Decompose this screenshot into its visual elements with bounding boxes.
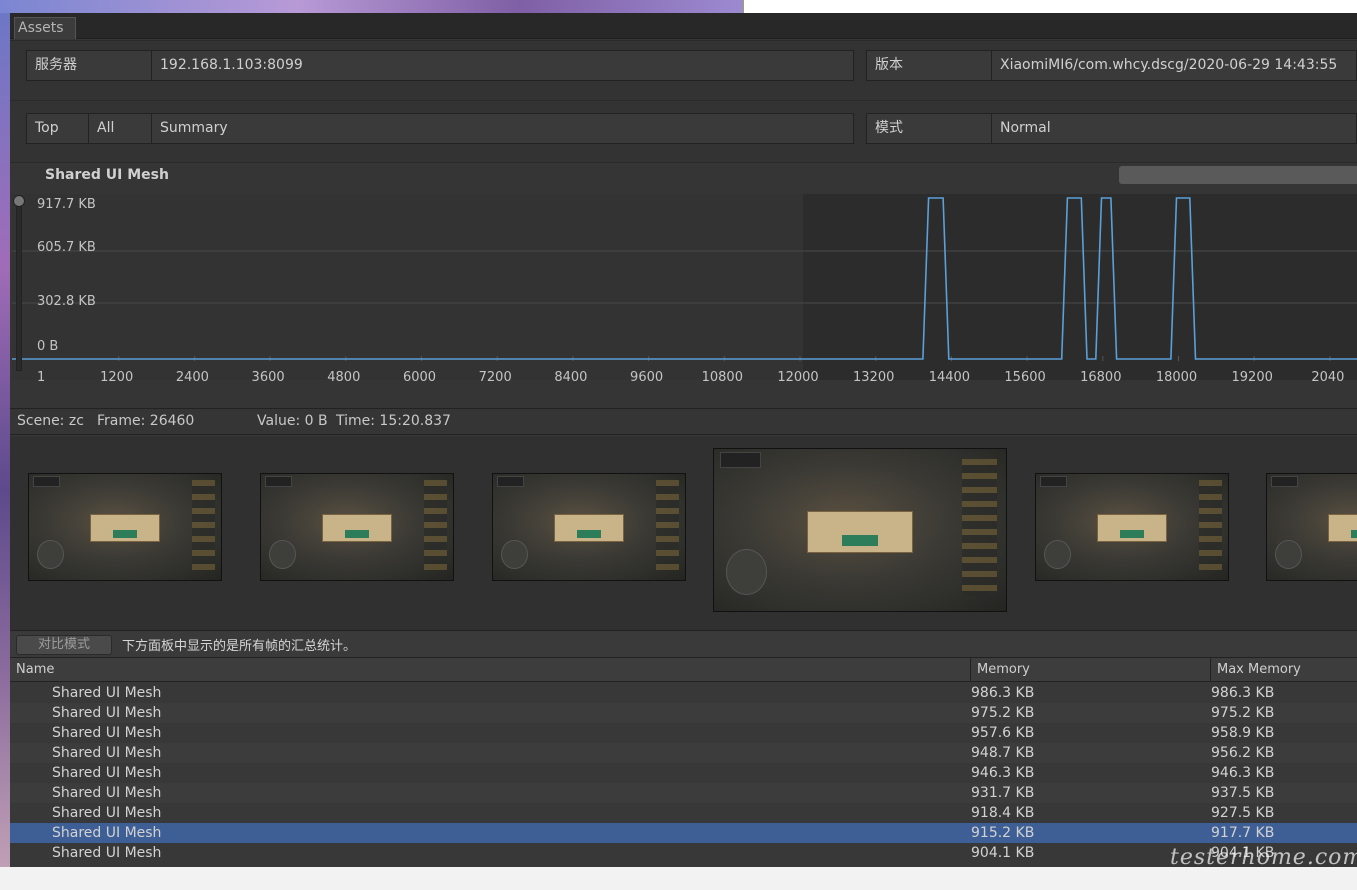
row-memory-cell: 904.1 KB <box>971 845 1035 861</box>
x-tick-label: 2400 <box>175 370 209 385</box>
x-tick-label: 18000 <box>1155 370 1198 385</box>
frame-thumbnail[interactable] <box>260 473 454 581</box>
row-name-cell: Shared UI Mesh <box>52 725 162 741</box>
row-name-cell: Shared UI Mesh <box>52 765 162 781</box>
row-name-cell: Shared UI Mesh <box>52 705 162 721</box>
x-tick-label: 19200 <box>1231 370 1273 385</box>
tab-assets[interactable]: Assets <box>14 17 76 39</box>
row-max-memory-cell: 958.9 KB <box>1211 725 1275 741</box>
x-tick-label: 12000 <box>777 370 819 385</box>
row-name-cell: Shared UI Mesh <box>52 745 162 761</box>
x-tick-label: 9600 <box>630 370 664 385</box>
x-tick-label: 8400 <box>554 370 588 385</box>
screen: Assets 服务器 192.168.1.103:8099 版本 XiaomiM… <box>0 0 1357 890</box>
row-memory-cell: 975.2 KB <box>971 705 1035 721</box>
compare-mode-button[interactable]: 对比模式 <box>16 635 112 655</box>
row-memory-cell: 946.3 KB <box>971 765 1035 781</box>
row-name-cell: Shared UI Mesh <box>52 825 162 841</box>
asset-profiler-window: Assets 服务器 192.168.1.103:8099 版本 XiaomiM… <box>10 13 1357 870</box>
summary-field[interactable]: Summary <box>151 113 854 144</box>
table-row[interactable]: Shared UI Mesh 948.7 KB 956.2 KB <box>10 743 1357 763</box>
x-tick-label: 3600 <box>251 370 285 385</box>
frame-text: Frame: 26460 <box>97 413 195 429</box>
x-tick-label: 16800 <box>1080 370 1122 385</box>
x-tick-label: 13200 <box>853 370 895 385</box>
memory-graph[interactable] <box>12 194 1357 380</box>
tab-bar: Assets <box>10 13 1357 39</box>
y-tick-label: 0 B <box>37 339 59 354</box>
table-row[interactable]: Shared UI Mesh 946.3 KB 946.3 KB <box>10 763 1357 783</box>
table-row[interactable]: Shared UI Mesh 931.7 KB 937.5 KB <box>10 783 1357 803</box>
slider-knob[interactable] <box>13 195 25 207</box>
column-header-name[interactable]: Name <box>10 658 971 682</box>
row-memory-cell: 918.4 KB <box>971 805 1035 821</box>
time-text: Time: 15:20.837 <box>336 413 451 429</box>
row-memory-cell: 915.2 KB <box>971 825 1035 841</box>
desktop-wallpaper-top <box>0 0 742 13</box>
row-memory-cell: 986.3 KB <box>971 685 1035 701</box>
graph-vertical-slider[interactable] <box>16 197 22 371</box>
desktop-wallpaper <box>0 0 10 890</box>
row-name-cell: Shared UI Mesh <box>52 805 162 821</box>
x-tick-label: 1 <box>37 370 46 385</box>
value-text: Value: 0 B <box>257 413 328 429</box>
table-row[interactable]: Shared UI Mesh 986.3 KB 986.3 KB <box>10 683 1357 703</box>
scene-text: Scene: zc <box>17 413 84 429</box>
row-max-memory-cell: 956.2 KB <box>1211 745 1275 761</box>
row-memory-cell: 931.7 KB <box>971 785 1035 801</box>
row-name-cell: Shared UI Mesh <box>52 785 162 801</box>
row-max-memory-cell: 937.5 KB <box>1211 785 1275 801</box>
x-tick-label: 10800 <box>701 370 743 385</box>
row-max-memory-cell: 946.3 KB <box>1211 765 1275 781</box>
memory-series-line <box>12 197 1357 360</box>
graph-title: Shared UI Mesh <box>45 167 169 183</box>
server-label: 服务器 <box>26 50 152 81</box>
x-tick-label: 7200 <box>478 370 512 385</box>
selected-frame-thumbnail[interactable] <box>713 448 1007 612</box>
column-header-memory[interactable]: Memory <box>971 658 1211 682</box>
frame-thumbnail[interactable] <box>28 473 222 581</box>
table-row[interactable]: Shared UI Mesh 975.2 KB 975.2 KB <box>10 703 1357 723</box>
taskbar-strip <box>0 867 1357 890</box>
row-max-memory-cell: 975.2 KB <box>1211 705 1275 721</box>
all-filter-button[interactable]: All <box>88 113 152 144</box>
summary-description: 下方面板中显示的是所有帧的汇总统计。 <box>122 639 357 654</box>
status-bar: Scene: zc Frame: 26460 Value: 0 B Time: … <box>10 408 1357 435</box>
mode-label: 模式 <box>866 113 992 144</box>
server-address-field[interactable]: 192.168.1.103:8099 <box>151 50 854 81</box>
version-label: 版本 <box>866 50 992 81</box>
top-filter-button[interactable]: Top <box>26 113 89 144</box>
row-name-cell: Shared UI Mesh <box>52 845 162 861</box>
x-tick-label: 15600 <box>1004 370 1046 385</box>
table-row[interactable]: Shared UI Mesh 918.4 KB 927.5 KB <box>10 803 1357 823</box>
screenshot-strip <box>10 436 1357 630</box>
x-tick-label: 14400 <box>928 370 971 385</box>
table-row[interactable]: Shared UI Mesh 904.1 KB 904.1 KB <box>10 843 1357 863</box>
table-header: Name Memory Max Memory <box>10 657 1357 682</box>
y-tick-label: 605.7 KB <box>37 240 96 255</box>
y-tick-label: 917.7 KB <box>37 197 96 212</box>
row-max-memory-cell: 917.7 KB <box>1211 825 1275 841</box>
row-name-cell: Shared UI Mesh <box>52 685 162 701</box>
graph-scrollbar[interactable] <box>1119 166 1357 184</box>
table-row[interactable]: Shared UI Mesh 915.2 KB 917.7 KB <box>10 823 1357 843</box>
frame-thumbnail[interactable] <box>1266 473 1357 581</box>
frame-thumbnail[interactable] <box>1035 473 1229 581</box>
x-tick-label: 1200 <box>100 370 134 385</box>
version-field[interactable]: XiaomiMI6/com.whcy.dscg/2020-06-29 14:43… <box>991 50 1357 81</box>
frame-thumbnail[interactable] <box>492 473 686 581</box>
y-tick-label: 302.8 KB <box>37 294 96 309</box>
table-row[interactable]: Shared UI Mesh 957.6 KB 958.9 KB <box>10 723 1357 743</box>
row-memory-cell: 948.7 KB <box>971 745 1035 761</box>
row-memory-cell: 957.6 KB <box>971 725 1035 741</box>
compare-row: 对比模式 下方面板中显示的是所有帧的汇总统计。 <box>10 630 1357 657</box>
column-header-max-memory[interactable]: Max Memory <box>1211 658 1357 682</box>
row-max-memory-cell: 986.3 KB <box>1211 685 1275 701</box>
row-max-memory-cell: 927.5 KB <box>1211 805 1275 821</box>
mode-select[interactable]: Normal <box>991 113 1357 144</box>
x-tick-label: 6000 <box>402 370 437 385</box>
x-tick-label: 2040 <box>1311 370 1345 385</box>
background-window <box>742 0 1357 13</box>
x-tick-label: 4800 <box>327 370 361 385</box>
